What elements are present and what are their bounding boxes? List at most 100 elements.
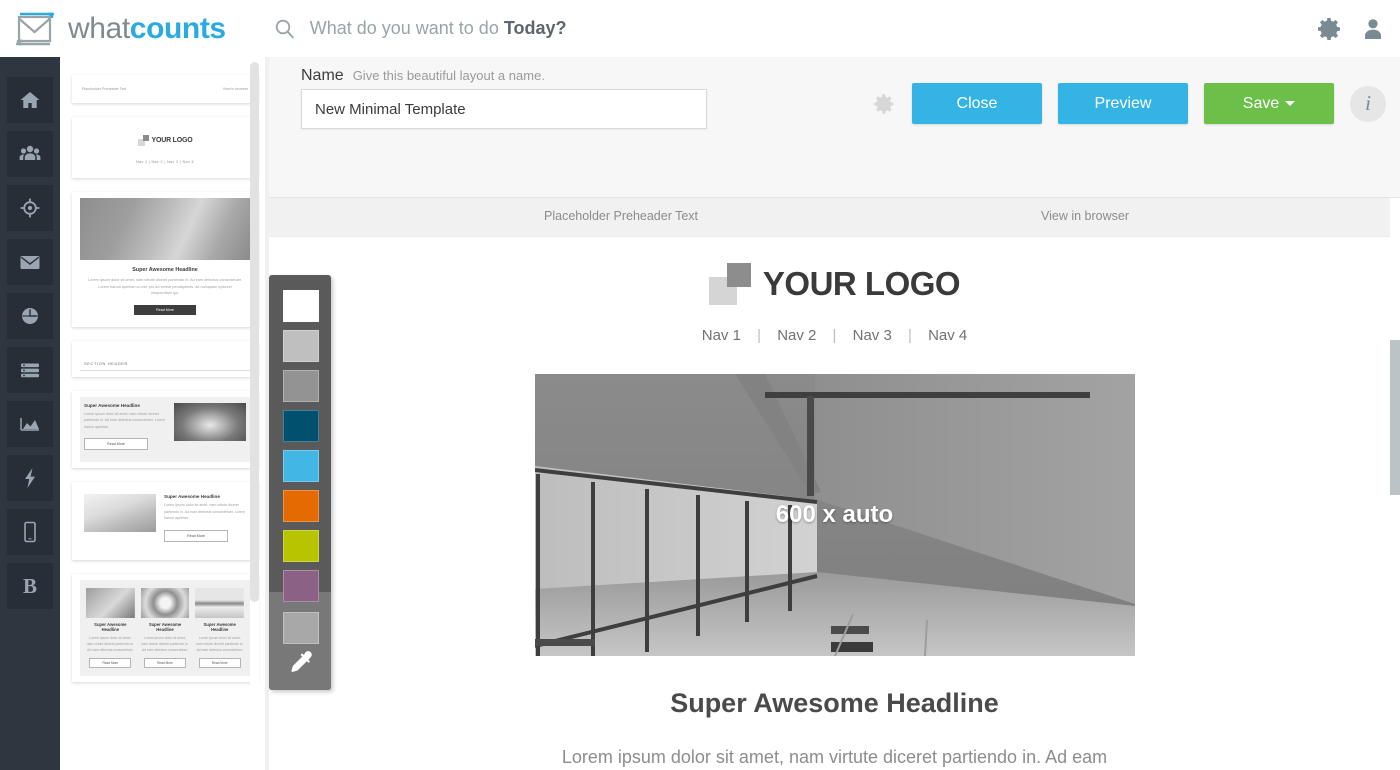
left-sidebar-nav: B — [0, 57, 60, 770]
color-swatch-white[interactable] — [283, 290, 319, 322]
thumb-three-col-block[interactable]: Super Awesome Headline Lorem ipsum dolor… — [72, 573, 258, 683]
nav-link-3[interactable]: Nav 3 — [853, 327, 892, 344]
save-button[interactable]: Save — [1204, 83, 1334, 124]
nav-link-2[interactable]: Nav 2 — [777, 327, 816, 344]
info-button[interactable]: i — [1350, 85, 1386, 122]
thumb-hero-image — [80, 198, 250, 260]
nav-separator: | — [832, 327, 837, 344]
sidebar-item-brand[interactable]: B — [7, 563, 53, 609]
gear-icon[interactable] — [1316, 16, 1342, 42]
preview-nav-row[interactable]: Nav 1 | Nav 2 | Nav 3 | Nav 4 — [269, 305, 1400, 344]
color-swatch-purple[interactable] — [283, 570, 319, 602]
close-button[interactable]: Close — [912, 83, 1042, 124]
thumb-2col-left-read-more-button[interactable]: Read More — [164, 529, 228, 542]
color-swatch-sky-blue[interactable] — [283, 450, 319, 482]
envelope-icon — [19, 252, 41, 272]
thumb-2col-left-image — [84, 494, 156, 533]
hero-size-label: 600 x auto — [775, 501, 894, 528]
thumb-3col-body: Lorem ipsum dolor sit amet, nam virtute … — [86, 635, 135, 652]
thumb-hero-body: Lorem ipsum dolor sit amet, nam virtute … — [88, 278, 242, 296]
thumb-3col-image — [86, 587, 135, 618]
envelope-cycle-logo-icon — [12, 10, 58, 48]
whatcounts-template-editor: whatcounts What do you want to do Today? — [0, 0, 1400, 770]
global-search[interactable]: What do you want to do Today? — [274, 18, 567, 40]
sidebar-item-home[interactable] — [7, 77, 53, 123]
brand-what: what — [68, 11, 130, 45]
color-swatch-gray[interactable] — [283, 612, 319, 644]
nav-separator: | — [907, 327, 912, 344]
preview-logo-block[interactable]: YOUR LOGO — [269, 263, 1400, 305]
lightning-bolt-icon — [22, 467, 38, 489]
thumb-3col-body: Lorem ipsum dolor sit amet, nam virtute … — [195, 635, 244, 652]
thumb-3col-item[interactable]: Super Awesome Headline Lorem ipsum dolor… — [86, 587, 135, 669]
sidebar-item-automation[interactable] — [7, 455, 53, 501]
editor-header: Name Give this beautiful layout a name. … — [269, 57, 1400, 198]
sidebar-item-mobile[interactable] — [7, 509, 53, 555]
thumb-2col-read-more-button[interactable]: Read More — [84, 438, 148, 451]
globe-pie-icon — [19, 305, 41, 327]
thumb-logo-mark-icon — [137, 135, 149, 146]
chevron-down-icon — [1285, 100, 1296, 106]
layout-thumbnail-panel[interactable]: Placeholder Preheader Text View in brows… — [60, 57, 270, 770]
color-swatch-light-gray[interactable] — [283, 330, 319, 362]
sidebar-item-globe-reports[interactable] — [7, 293, 53, 339]
email-preview: Placeholder Preheader Text View in brows… — [269, 198, 1400, 770]
thumb-2col-left-body: Lorem ipsum dolor sit amet, nam virtute … — [164, 503, 245, 521]
sidebar-item-targeting[interactable] — [7, 185, 53, 231]
brand-logo[interactable]: whatcounts — [0, 10, 226, 48]
thumb-3col-item[interactable]: Super Awesome Headline Lorem ipsum dolor… — [195, 587, 245, 669]
preview-scrollbar-thumb[interactable] — [1390, 340, 1400, 495]
thumb-hero-headline: Super Awesome Headline — [132, 267, 198, 273]
thumb-3col-headline: Super Awesome Headline — [148, 621, 182, 633]
color-picker-palette[interactable] — [269, 275, 331, 690]
thumb-3col-read-more-button[interactable]: Read More — [144, 658, 186, 669]
eyedropper-icon[interactable] — [285, 648, 315, 678]
thumb-preheader-right: View in browser — [222, 87, 248, 91]
thumb-2col-body: Lorem ipsum dolor sit amet, nam virtute … — [84, 411, 165, 429]
sidebar-item-audience[interactable] — [7, 131, 53, 177]
sidebar-item-data-lists[interactable] — [7, 347, 53, 393]
search-icon — [274, 18, 296, 40]
preview-headline[interactable]: Super Awesome Headline — [269, 656, 1400, 719]
sidebar-item-messages[interactable] — [7, 239, 53, 285]
thumb-3col-body: Lorem ipsum dolor sit amet, nam virtute … — [141, 635, 189, 652]
mobile-phone-icon — [23, 521, 37, 543]
thumb-section-header: SECTION HEADER — [80, 347, 250, 371]
nav-link-4[interactable]: Nav 4 — [928, 327, 967, 344]
preview-logo-text: YOUR LOGO — [762, 265, 961, 302]
sidebar-item-analytics[interactable] — [7, 401, 53, 447]
thumb-nav: Nav 1 | Nav 2 | Nav 3 | Nav 4 — [136, 160, 194, 164]
user-avatar-icon[interactable] — [1360, 16, 1386, 42]
template-name-input[interactable] — [301, 89, 707, 129]
thumb-read-more-button[interactable]: Read More — [134, 304, 196, 315]
view-in-browser-link[interactable]: View in browser — [1041, 209, 1129, 223]
preview-body-text[interactable]: Lorem ipsum dolor sit amet, nam virtute … — [545, 743, 1125, 770]
preview-hero-image[interactable]: 600 x auto — [534, 374, 1135, 656]
name-label-group: Name Give this beautiful layout a name. — [301, 67, 545, 85]
top-bar-actions — [1316, 0, 1386, 57]
search-text-bold: Today? — [503, 18, 567, 38]
thumb-preheader-block[interactable]: Placeholder Preheader Text View in brows… — [72, 75, 258, 103]
thumb-logo-block[interactable]: YOUR LOGO Nav 1 | Nav 2 | Nav 3 | Nav 4 — [72, 117, 258, 178]
thumb-two-col-right-image-block[interactable]: Super Awesome Headline Lorem ipsum dolor… — [72, 390, 258, 469]
nav-link-1[interactable]: Nav 1 — [702, 327, 741, 344]
thumb-2col-image — [174, 402, 246, 441]
thumb-section-header-block[interactable]: SECTION HEADER — [72, 340, 258, 377]
thumbnail-scrollbar-thumb[interactable] — [250, 62, 259, 602]
thumb-3col-item[interactable]: Super Awesome Headline Lorem ipsum dolor… — [140, 587, 190, 669]
thumb-3col-read-more-button[interactable]: Read More — [198, 658, 241, 669]
thumb-3col-read-more-button[interactable]: Read More — [89, 658, 132, 669]
name-hint: Give this beautiful layout a name. — [352, 68, 545, 83]
color-swatch-medium-gray[interactable] — [283, 370, 319, 402]
preheader-bar: Placeholder Preheader Text View in brows… — [269, 198, 1400, 237]
logo-squares-icon — [708, 263, 751, 305]
home-icon — [19, 89, 41, 111]
nav-separator: | — [757, 327, 762, 344]
color-swatch-orange[interactable] — [283, 490, 319, 522]
color-swatch-dark-teal[interactable] — [283, 410, 319, 442]
color-swatch-olive-green[interactable] — [283, 530, 319, 562]
preview-button[interactable]: Preview — [1058, 83, 1188, 124]
thumb-two-col-left-image-block[interactable]: Super Awesome Headline Lorem ipsum dolor… — [72, 482, 258, 560]
thumb-hero-block[interactable]: Super Awesome Headline Lorem ipsum dolor… — [72, 192, 258, 327]
gear-icon[interactable] — [870, 91, 896, 117]
